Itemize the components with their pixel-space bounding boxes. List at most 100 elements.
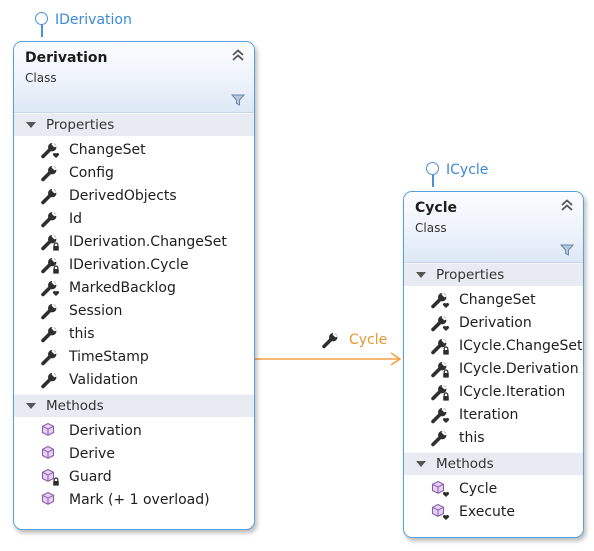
methods-list: Derivation Derive Guard Mark (+ 1 overload) — [14, 417, 254, 514]
filter-icon[interactable] — [231, 94, 245, 106]
property-name: DerivedObjects — [69, 187, 177, 204]
method-item[interactable]: Cycle — [404, 477, 583, 500]
property-name: MarkedBacklog — [69, 279, 176, 296]
property-name: ICycle.Derivation — [459, 360, 579, 377]
wrench-lock-icon — [430, 383, 450, 401]
class-card-cycle[interactable]: Cycle Class Properties ChangeSet Derivati… — [403, 191, 584, 538]
wrench-heart-icon — [40, 141, 60, 159]
property-item[interactable]: ICycle.Derivation — [404, 357, 583, 380]
property-item[interactable]: DerivedObjects — [14, 184, 254, 207]
property-item[interactable]: Derivation — [404, 311, 583, 334]
collapse-triangle-icon — [26, 122, 36, 128]
methods-list: Cycle Execute — [404, 475, 583, 526]
collapse-chevrons-icon[interactable] — [560, 198, 574, 212]
property-name: Config — [69, 164, 114, 181]
section-properties[interactable]: Properties — [14, 113, 254, 136]
wrench-icon — [40, 371, 60, 389]
section-methods[interactable]: Methods — [404, 452, 583, 475]
section-properties[interactable]: Properties — [404, 263, 583, 286]
properties-list: ChangeSet Config DerivedObjects Id IDerivati… — [14, 136, 254, 394]
property-item[interactable]: Id — [14, 207, 254, 230]
property-item[interactable]: Session — [14, 299, 254, 322]
method-name: Derivation — [69, 422, 142, 439]
collapse-chevrons-icon[interactable] — [231, 48, 245, 62]
property-name: Derivation — [459, 314, 532, 331]
property-item[interactable]: TimeStamp — [14, 345, 254, 368]
property-name: Session — [69, 302, 123, 319]
section-label: Methods — [46, 398, 104, 414]
wrench-heart-icon — [430, 314, 450, 332]
wrench-heart-icon — [430, 406, 450, 424]
method-item[interactable]: Derivation — [14, 419, 254, 442]
method-item[interactable]: Derive — [14, 442, 254, 465]
wrench-icon — [40, 164, 60, 182]
class-card-derivation[interactable]: Derivation Class Properties ChangeSet Con… — [13, 41, 255, 530]
method-item[interactable]: Guard — [14, 465, 254, 488]
filter-icon[interactable] — [560, 244, 574, 256]
property-item[interactable]: IDerivation.ChangeSet — [14, 230, 254, 253]
method-name: Cycle — [459, 480, 498, 497]
property-name: ChangeSet — [459, 291, 536, 308]
cube-heart-icon — [430, 503, 450, 521]
property-name: this — [69, 325, 95, 342]
wrench-icon — [321, 331, 341, 349]
property-item[interactable]: ICycle.ChangeSet — [404, 334, 583, 357]
method-name: Derive — [69, 445, 115, 462]
property-name: ICycle.ChangeSet — [459, 337, 583, 354]
property-item[interactable]: ChangeSet — [404, 288, 583, 311]
wrench-icon — [40, 302, 60, 320]
property-name: IDerivation.Cycle — [69, 256, 189, 273]
cube-icon — [40, 445, 60, 463]
wrench-icon — [40, 187, 60, 205]
collapse-triangle-icon — [416, 272, 426, 278]
class-header[interactable]: Derivation Class — [14, 42, 254, 113]
property-item[interactable]: ChangeSet — [14, 138, 254, 161]
wrench-heart-icon — [430, 291, 450, 309]
property-name: TimeStamp — [69, 348, 149, 365]
wrench-icon — [40, 348, 60, 366]
wrench-lock-icon — [430, 337, 450, 355]
class-title: Cycle — [415, 200, 457, 216]
property-item[interactable]: this — [14, 322, 254, 345]
method-item[interactable]: Mark (+ 1 overload) — [14, 488, 254, 511]
wrench-heart-icon — [40, 279, 60, 297]
cube-icon — [40, 422, 60, 440]
property-name: IDerivation.ChangeSet — [69, 233, 227, 250]
cube-icon — [40, 491, 60, 509]
wrench-lock-icon — [40, 256, 60, 274]
property-item[interactable]: this — [404, 426, 583, 449]
properties-list: ChangeSet Derivation ICycle.ChangeSet ICycl… — [404, 286, 583, 452]
property-item[interactable]: Iteration — [404, 403, 583, 426]
method-name: Guard — [69, 468, 112, 485]
association-name: Cycle — [349, 332, 388, 348]
property-name: Validation — [69, 371, 139, 388]
class-header[interactable]: Cycle Class — [404, 192, 583, 263]
method-name: Execute — [459, 503, 515, 520]
association-label[interactable]: Cycle — [321, 331, 387, 349]
property-item[interactable]: IDerivation.Cycle — [14, 253, 254, 276]
method-name: Mark (+ 1 overload) — [69, 491, 210, 508]
property-item[interactable]: MarkedBacklog — [14, 276, 254, 299]
wrench-icon — [40, 325, 60, 343]
class-kind: Class — [25, 71, 57, 85]
section-label: Methods — [436, 456, 494, 472]
wrench-lock-icon — [40, 233, 60, 251]
section-label: Properties — [436, 267, 505, 283]
wrench-lock-icon — [430, 360, 450, 378]
property-name: Iteration — [459, 406, 519, 423]
property-name: Id — [69, 210, 83, 227]
method-item[interactable]: Execute — [404, 500, 583, 523]
class-title: Derivation — [25, 50, 108, 66]
property-item[interactable]: Validation — [14, 368, 254, 391]
property-item[interactable]: Config — [14, 161, 254, 184]
property-name: this — [459, 429, 485, 446]
collapse-triangle-icon — [416, 461, 426, 467]
wrench-icon — [40, 210, 60, 228]
section-label: Properties — [46, 117, 115, 133]
property-name: ChangeSet — [69, 141, 146, 158]
property-name: ICycle.Iteration — [459, 383, 566, 400]
cube-lock-icon — [40, 468, 60, 486]
section-methods[interactable]: Methods — [14, 394, 254, 417]
property-item[interactable]: ICycle.Iteration — [404, 380, 583, 403]
class-kind: Class — [415, 221, 447, 235]
